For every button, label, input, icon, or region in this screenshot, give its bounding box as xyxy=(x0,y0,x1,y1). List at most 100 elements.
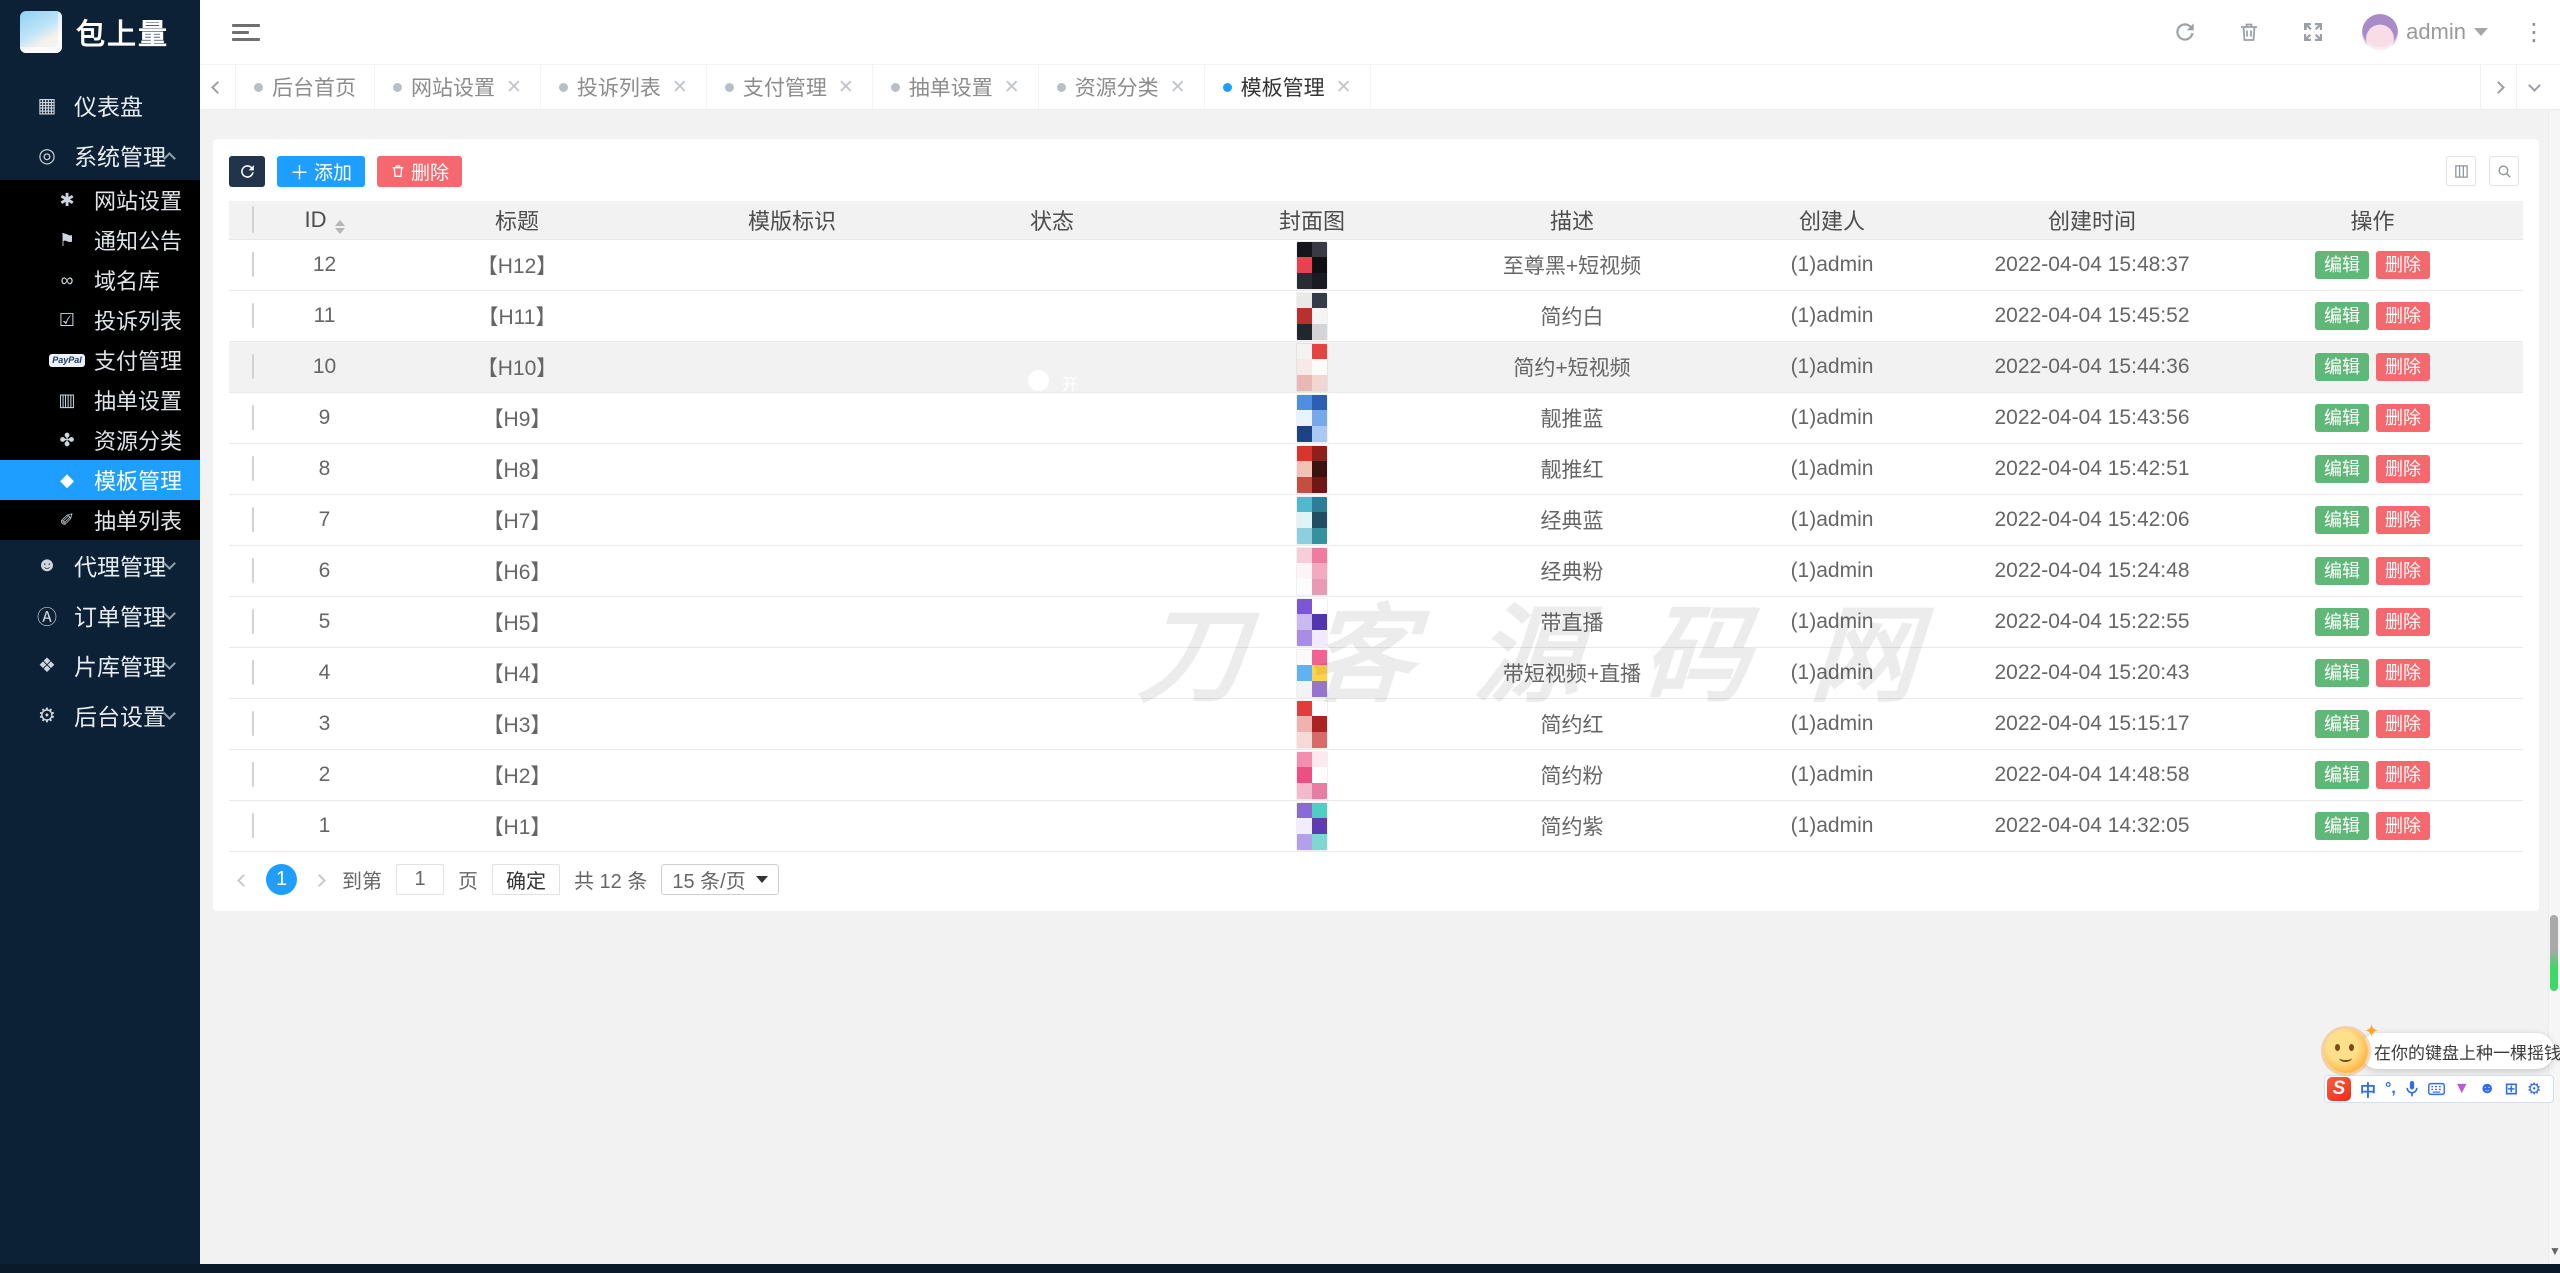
apps-grid-icon[interactable]: ⊞ xyxy=(2505,1079,2518,1099)
sidebar-item-target[interactable]: ◎ 系统管理 xyxy=(0,130,200,180)
delete-row-button[interactable]: 删除 xyxy=(2376,353,2430,381)
delete-row-button[interactable]: 删除 xyxy=(2376,455,2430,483)
sun-mascot-icon[interactable] xyxy=(2324,1029,2368,1073)
delete-row-button[interactable]: 删除 xyxy=(2376,812,2430,840)
delete-row-button[interactable]: 删除 xyxy=(2376,557,2430,585)
tab-网站设置[interactable]: 网站设置 ✕ xyxy=(375,65,541,109)
sidebar-collapse-icon[interactable] xyxy=(232,20,260,44)
sidebar-item-order[interactable]: Ⓐ 订单管理 xyxy=(0,590,200,640)
delete-row-button[interactable]: 删除 xyxy=(2376,710,2430,738)
sidebar-item-category[interactable]: ✤ 资源分类 xyxy=(0,420,200,460)
tab-支付管理[interactable]: 支付管理 ✕ xyxy=(707,65,873,109)
delete-row-button[interactable]: 删除 xyxy=(2376,659,2430,687)
page-number-current[interactable]: 1 xyxy=(266,864,297,895)
tab-close-icon[interactable]: ✕ xyxy=(1336,76,1352,99)
add-button[interactable]: ＋添加 xyxy=(277,155,366,187)
delete-row-button[interactable]: 删除 xyxy=(2376,506,2430,534)
tab-资源分类[interactable]: 资源分类 ✕ xyxy=(1039,65,1205,109)
sidebar-item-gear[interactable]: ⚙ 后台设置 xyxy=(0,690,200,740)
sidebar-item-dashboard[interactable]: ▦ 仪表盘 xyxy=(0,80,200,130)
edit-button[interactable]: 编辑 xyxy=(2315,812,2369,840)
delete-button[interactable]: 删除 xyxy=(377,155,463,187)
delete-row-button[interactable]: 删除 xyxy=(2376,251,2430,279)
row-checkbox[interactable] xyxy=(252,711,254,736)
tab-close-icon[interactable]: ✕ xyxy=(506,76,522,99)
edit-button[interactable]: 编辑 xyxy=(2315,251,2369,279)
edit-button[interactable]: 编辑 xyxy=(2315,710,2369,738)
next-page-icon[interactable] xyxy=(311,864,328,895)
sidebar-item-bell[interactable]: ⚑ 通知公告 xyxy=(0,220,200,260)
columns-filter-button[interactable] xyxy=(2446,156,2476,186)
search-button[interactable] xyxy=(2489,156,2519,186)
delete-row-button[interactable]: 删除 xyxy=(2376,404,2430,432)
column-header-id[interactable]: ID xyxy=(277,207,372,234)
sidebar-item-asterisk[interactable]: ✱ 网站设置 xyxy=(0,180,200,220)
sort-icon[interactable] xyxy=(334,219,345,234)
chinese-mode-icon[interactable]: 中 xyxy=(2360,1077,2376,1101)
tab-抽单设置[interactable]: 抽单设置 ✕ xyxy=(873,65,1039,109)
tab-后台首页[interactable]: 后台首页 xyxy=(236,65,375,109)
row-checkbox[interactable] xyxy=(252,456,254,481)
tab-close-icon[interactable]: ✕ xyxy=(1004,76,1020,99)
sidebar-item-wand[interactable]: ✐ 抽单列表 xyxy=(0,500,200,540)
row-checkbox[interactable] xyxy=(252,558,254,583)
refresh-icon[interactable] xyxy=(2170,17,2200,47)
microphone-icon[interactable] xyxy=(2405,1081,2419,1097)
edit-button[interactable]: 编辑 xyxy=(2315,761,2369,789)
goto-page-input[interactable] xyxy=(396,864,444,895)
sidebar-item-template[interactable]: ◆ 模板管理 xyxy=(0,460,200,500)
edit-button[interactable]: 编辑 xyxy=(2315,608,2369,636)
edit-button[interactable]: 编辑 xyxy=(2315,506,2369,534)
row-checkbox[interactable] xyxy=(252,762,254,787)
per-page-select[interactable]: 15 条/页 xyxy=(661,864,779,895)
goto-confirm-button[interactable]: 确定 xyxy=(492,864,560,895)
tab-close-icon[interactable]: ✕ xyxy=(838,76,854,99)
tab-投诉列表[interactable]: 投诉列表 ✕ xyxy=(541,65,707,109)
sidebar-item-link[interactable]: ∞ 域名库 xyxy=(0,260,200,300)
skin-icon[interactable]: ▼ xyxy=(2454,1080,2470,1098)
user-avatar[interactable] xyxy=(2362,14,2399,50)
row-checkbox[interactable] xyxy=(252,609,254,634)
edit-button[interactable]: 编辑 xyxy=(2315,302,2369,330)
row-checkbox[interactable] xyxy=(252,813,254,838)
tabs-scroll-right-button[interactable] xyxy=(2480,65,2516,109)
edit-button[interactable]: 编辑 xyxy=(2315,353,2369,381)
tab-模板管理[interactable]: 模板管理 ✕ xyxy=(1205,65,1371,109)
tabs-menu-button[interactable] xyxy=(2516,65,2552,109)
edit-button[interactable]: 编辑 xyxy=(2315,455,2369,483)
sidebar-item-agent[interactable]: ☻ 代理管理 xyxy=(0,540,200,590)
tabs-scroll-left-button[interactable] xyxy=(200,65,236,109)
row-checkbox[interactable] xyxy=(252,405,254,430)
delete-row-button[interactable]: 删除 xyxy=(2376,608,2430,636)
row-checkbox[interactable] xyxy=(252,303,254,328)
row-checkbox[interactable] xyxy=(252,507,254,532)
sidebar-item-film[interactable]: ❖ 片库管理 xyxy=(0,640,200,690)
fullscreen-icon[interactable] xyxy=(2298,17,2328,47)
select-all-checkbox[interactable] xyxy=(252,206,254,233)
toolbox-icon[interactable]: ⚙ xyxy=(2527,1079,2541,1099)
sidebar-item-columns[interactable]: ▥ 抽单设置 xyxy=(0,380,200,420)
keyboard-icon[interactable] xyxy=(2427,1082,2445,1096)
tab-close-icon[interactable]: ✕ xyxy=(672,76,688,99)
scrollbar-down-arrow[interactable]: ▼ xyxy=(2549,1244,2560,1258)
sidebar-item-paypal[interactable]: PayPal 支付管理 xyxy=(0,340,200,380)
clear-trash-icon[interactable] xyxy=(2234,17,2264,47)
edit-button[interactable]: 编辑 xyxy=(2315,659,2369,687)
edit-button[interactable]: 编辑 xyxy=(2315,557,2369,585)
sogou-logo-icon[interactable]: S xyxy=(2327,1077,2351,1101)
more-menu-icon[interactable]: ⋮ xyxy=(2522,18,2546,47)
edit-button[interactable]: 编辑 xyxy=(2315,404,2369,432)
scrollbar-thumb[interactable] xyxy=(2550,915,2558,991)
refresh-table-button[interactable] xyxy=(229,155,265,187)
row-checkbox[interactable] xyxy=(252,252,254,277)
delete-row-button[interactable]: 删除 xyxy=(2376,761,2430,789)
row-checkbox[interactable] xyxy=(252,354,254,379)
prev-page-icon[interactable] xyxy=(235,864,252,895)
tab-close-icon[interactable]: ✕ xyxy=(1170,76,1186,99)
delete-row-button[interactable]: 删除 xyxy=(2376,302,2430,330)
punctuation-icon[interactable]: °, xyxy=(2385,1080,2396,1098)
row-checkbox[interactable] xyxy=(252,660,254,685)
user-menu[interactable]: admin xyxy=(2362,14,2488,50)
sidebar-item-checkbox[interactable]: ☑ 投诉列表 xyxy=(0,300,200,340)
emoji-icon[interactable]: ☻ xyxy=(2479,1080,2496,1098)
